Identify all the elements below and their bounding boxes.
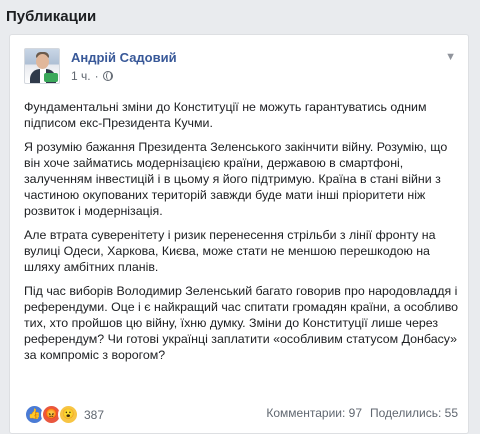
reactions-summary[interactable]: 👍 😡 😮 387 <box>24 404 104 425</box>
post-paragraph: Фундаментальні зміни до Конституції не м… <box>24 100 427 130</box>
post-card: Андрій Садовий 1 ч. · ▼ Фундаментальні з… <box>9 34 469 434</box>
post-body: Фундаментальні зміни до Конституції не м… <box>24 99 462 371</box>
chevron-down-icon[interactable]: ▼ <box>445 51 456 63</box>
avatar[interactable] <box>24 48 60 84</box>
post-meta: 1 ч. · <box>71 69 113 83</box>
post-stats: Комментарии: 97 Поделились: 55 <box>266 406 458 420</box>
wow-icon: 😮 <box>58 404 79 425</box>
post-timestamp[interactable]: 1 ч. <box>71 69 91 83</box>
meta-separator: · <box>94 69 99 83</box>
post-paragraph: Але втрата суверенітету і ризик перенесе… <box>24 228 436 274</box>
comments-count-link[interactable]: Комментарии: 97 <box>266 406 362 420</box>
shares-count-link[interactable]: Поделились: 55 <box>370 406 458 420</box>
reactions-count[interactable]: 387 <box>84 408 104 422</box>
post-paragraph: Я розумію бажання Президента Зеленського… <box>24 140 448 218</box>
post-author-name[interactable]: Андрій Садовий <box>71 50 177 65</box>
section-title: Публикации <box>6 8 97 25</box>
post-paragraph: Під час виборів Володимир Зеленський баг… <box>24 284 459 362</box>
globe-icon[interactable] <box>102 71 113 81</box>
